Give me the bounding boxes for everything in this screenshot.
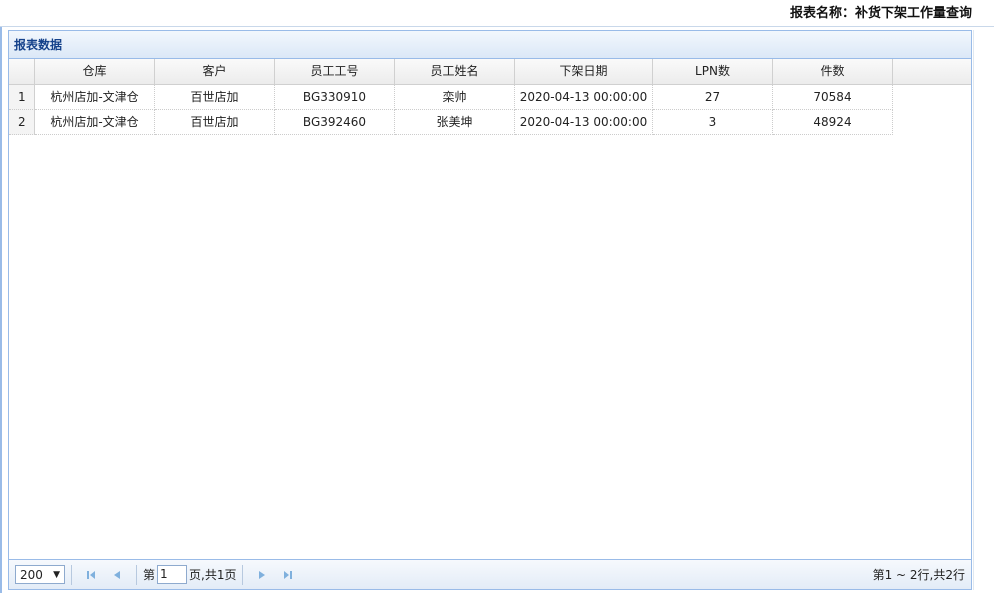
- column-header-customer[interactable]: 客户: [155, 59, 275, 84]
- column-header-piece-count[interactable]: 件数: [773, 59, 893, 84]
- cell-picking-date[interactable]: 2020-04-13 00:00:00: [515, 85, 653, 110]
- dropdown-arrow-icon: ▼: [53, 569, 60, 580]
- cell-lpn-count[interactable]: 3: [653, 110, 773, 135]
- pagination-toolbar: 200 ▼ 第 1 页,共1页 第1 ~ 2行,共2行: [9, 559, 971, 589]
- toolbar-separator: [71, 564, 72, 585]
- cell-filler: [893, 85, 971, 110]
- table-row[interactable]: 2 杭州店加-文津仓 百世店加 BG392460 张美坤 2020-04-13 …: [9, 110, 971, 135]
- column-header-employee-id[interactable]: 员工工号: [275, 59, 395, 84]
- row-number: 1: [9, 85, 35, 110]
- pagination-info: 第1 ~ 2行,共2行: [872, 568, 965, 582]
- column-header-employee-name[interactable]: 员工姓名: [395, 59, 515, 84]
- toolbar-separator: [136, 564, 137, 585]
- last-page-icon[interactable]: [280, 567, 296, 583]
- column-header-warehouse[interactable]: 仓库: [35, 59, 155, 84]
- report-title: 报表名称：补货下架工作量查询: [789, 6, 972, 21]
- cell-picking-date[interactable]: 2020-04-13 00:00:00: [515, 110, 653, 135]
- page-suffix-label: 页,共1页: [189, 568, 237, 582]
- top-divider: [0, 26, 994, 27]
- column-header-lpn-count[interactable]: LPN数: [653, 59, 773, 84]
- left-edge-border: [0, 27, 2, 593]
- cell-warehouse[interactable]: 杭州店加-文津仓: [35, 110, 155, 135]
- first-page-icon[interactable]: [83, 567, 99, 583]
- current-page-input[interactable]: 1: [157, 565, 188, 584]
- cell-customer[interactable]: 百世店加: [155, 85, 275, 110]
- page-size-select[interactable]: 200 ▼: [15, 565, 65, 584]
- right-edge-border: [973, 30, 974, 590]
- grid-header-row: 仓库 客户 员工工号 员工姓名 下架日期 LPN数 件数: [9, 59, 971, 85]
- cell-piece-count[interactable]: 48924: [773, 110, 893, 135]
- panel-title: 报表数据: [9, 31, 971, 59]
- page-size-value: 200: [20, 567, 43, 582]
- column-header-filler: [893, 59, 971, 84]
- toolbar-separator: [242, 564, 244, 585]
- row-number-header: [9, 59, 35, 84]
- cell-customer[interactable]: 百世店加: [155, 110, 275, 135]
- cell-employee-name[interactable]: 栾帅: [395, 85, 515, 110]
- table-row[interactable]: 1 杭州店加-文津仓 百世店加 BG330910 栾帅 2020-04-13 0…: [9, 85, 971, 110]
- column-header-picking-date[interactable]: 下架日期: [515, 59, 653, 84]
- row-number: 2: [9, 110, 35, 135]
- next-page-icon[interactable]: [254, 567, 270, 583]
- cell-warehouse[interactable]: 杭州店加-文津仓: [35, 85, 155, 110]
- cell-employee-id[interactable]: BG392460: [275, 110, 395, 135]
- cell-lpn-count[interactable]: 27: [653, 85, 773, 110]
- cell-piece-count[interactable]: 70584: [773, 85, 893, 110]
- cell-employee-id[interactable]: BG330910: [275, 85, 395, 110]
- cell-filler: [893, 110, 971, 135]
- data-grid: 仓库 客户 员工工号 员工姓名 下架日期 LPN数 件数 1 杭州店加-文津仓 …: [9, 59, 971, 561]
- page-prefix-label: 第: [143, 568, 156, 582]
- previous-page-icon[interactable]: [109, 567, 125, 583]
- cell-employee-name[interactable]: 张美坤: [395, 110, 515, 135]
- report-panel: 报表数据 仓库 客户 员工工号 员工姓名 下架日期 LPN数 件数 1 杭州店加…: [8, 30, 972, 590]
